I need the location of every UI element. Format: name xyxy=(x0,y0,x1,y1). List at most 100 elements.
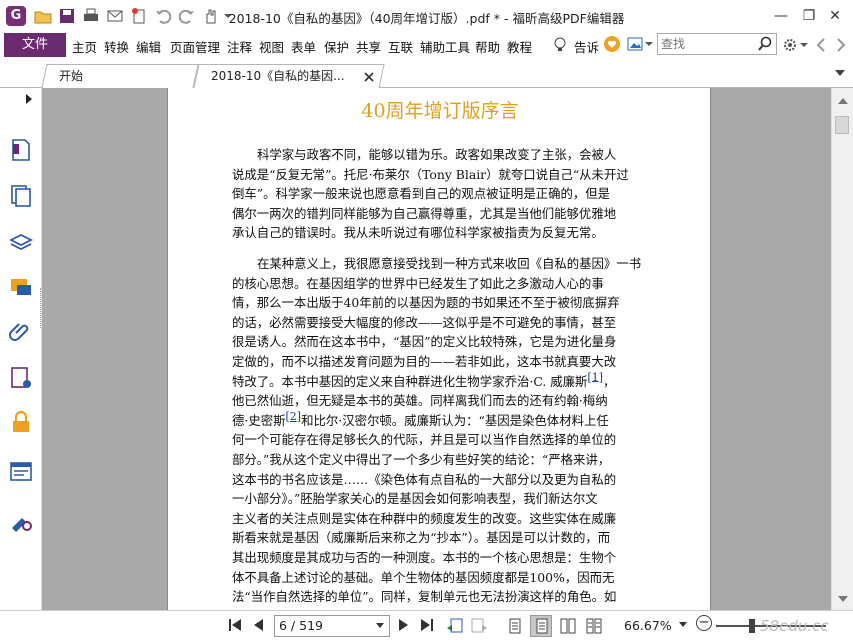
text-segment: ， xyxy=(603,373,616,389)
search-icon[interactable] xyxy=(757,36,773,52)
scroll-up-arrow-icon[interactable] xyxy=(837,96,849,106)
facing-pages-icon[interactable] xyxy=(560,618,576,634)
expand-panel-icon[interactable] xyxy=(25,94,33,104)
text-line: 情，那么一本出版于40年前的以基因为题的书如果还不至于被彻底摒弃 xyxy=(232,295,620,311)
menu-view[interactable]: 视图 xyxy=(259,37,284,56)
menu-comment[interactable]: 注释 xyxy=(227,37,252,56)
continuous-page-icon xyxy=(536,618,548,634)
menu-accessibility[interactable]: 辅助工具 xyxy=(420,37,470,56)
first-page-icon[interactable] xyxy=(228,618,242,632)
text-line: 部分。”我从这个定义中得出了一个多少有些好笑的结论：“严格来讲， xyxy=(232,451,611,467)
left-sidebar xyxy=(0,88,43,610)
chevron-down-icon[interactable] xyxy=(375,622,385,630)
menu-home[interactable]: 主页 xyxy=(72,37,97,56)
comments-icon[interactable] xyxy=(9,276,33,300)
restore-button[interactable]: ❐ xyxy=(796,4,822,28)
previous-page-icon[interactable] xyxy=(252,618,264,632)
menu-share[interactable]: 共享 xyxy=(356,37,381,56)
menu-connect[interactable]: 互联 xyxy=(388,37,413,56)
tab-label: 开始 xyxy=(59,69,84,83)
tab-bar: 开始 2018-10《自私的基因... xyxy=(0,58,853,88)
chevron-left-icon[interactable] xyxy=(816,38,826,52)
tab-label: 2018-10《自私的基因... xyxy=(211,69,345,83)
text-line: 承认自己的错误时。我从未听说过有哪位科学家被指责为反复无常。 xyxy=(232,225,604,241)
gear-icon[interactable] xyxy=(782,37,798,53)
menu-help[interactable]: 帮助 xyxy=(475,37,500,56)
text-line: 倒车”。科学家一般来说也愿意看到自己的观点被证明是正确的，但是 xyxy=(232,186,611,202)
tell-me-label[interactable]: 告诉 xyxy=(574,37,599,56)
chevron-down-icon[interactable] xyxy=(644,38,654,50)
tab-document[interactable]: 2018-10《自私的基因... xyxy=(193,64,385,88)
continuous-view-button[interactable] xyxy=(530,615,552,637)
paragraph-2: 在某种意义上，我很愿意接受找到一种方式来收回《自私的基因》一书 的核心思想。在基… xyxy=(232,254,652,607)
footnote-link-1[interactable]: [1] xyxy=(587,370,603,383)
page-number-field[interactable]: 6 / 519 xyxy=(274,615,390,637)
zoom-out-button[interactable]: − xyxy=(696,615,712,631)
menu-form[interactable]: 表单 xyxy=(291,37,316,56)
text-line: 体不具备上述讨论的基础。单个生物体的基因频度都是100%，因而无 xyxy=(232,569,615,585)
text-line: 的核心思想。在基因组学的世界中已经发生了如此之多激动人心的事 xyxy=(232,275,604,291)
tab-list-chevron-icon[interactable] xyxy=(834,68,846,78)
attachment-icon[interactable] xyxy=(9,320,33,344)
tab-start[interactable]: 开始 xyxy=(41,64,199,88)
title-bar: G 2018-10《自私的基因》（40周年增订版）.pdf * - 福昕高级PD… xyxy=(0,0,853,32)
zoom-percentage[interactable]: 66.67% xyxy=(624,618,672,633)
menu-convert[interactable]: 转换 xyxy=(104,37,129,56)
paragraph-1: 科学家与政客不同，能够以错为乐。政客如果改变了主张，会被人 说成是“反复无常”。… xyxy=(232,145,652,243)
menu-tutorial[interactable]: 教程 xyxy=(507,37,532,56)
next-page-icon[interactable] xyxy=(398,618,410,632)
window-title: 2018-10《自私的基因》（40周年增订版）.pdf * - 福昕高级PDF编… xyxy=(228,11,625,26)
layers-icon[interactable] xyxy=(9,230,33,254)
search-input[interactable] xyxy=(658,34,754,54)
close-tab-icon[interactable] xyxy=(364,72,374,82)
pages-icon[interactable] xyxy=(9,184,33,208)
pdf-page[interactable]: 40周年增订版序言 科学家与政客不同，能够以错为乐。政客如果改变了主张，会被人 … xyxy=(167,88,711,610)
status-bar: 6 / 519 66.67% − 58edu.cc xyxy=(0,610,853,640)
menu-bar: 文件 主页 转换 编辑 页面管理 注释 视图 表单 保护 共享 互联 辅助工具 … xyxy=(0,32,853,58)
previous-view-icon[interactable] xyxy=(446,618,464,634)
text-line: 斯看来就是基因（威廉斯后来称之为“抄本”）。基因是可以计数的，而 xyxy=(232,530,611,546)
footnote-link-2[interactable]: [2] xyxy=(286,410,302,423)
text-line: 何一个可能存在得足够长久的代际，并且是可以当作自然选择的单位的 xyxy=(232,432,617,448)
next-view-icon[interactable] xyxy=(470,618,488,634)
single-page-view-icon[interactable] xyxy=(508,618,522,634)
lightbulb-icon xyxy=(554,37,566,51)
page-number-value: 6 / 519 xyxy=(279,618,323,633)
accessibility-check-icon[interactable] xyxy=(9,508,33,532)
chevron-down-icon[interactable] xyxy=(800,40,808,50)
text-segment: 德·史密斯 xyxy=(232,412,286,428)
signature-icon[interactable] xyxy=(9,366,33,390)
minimize-button[interactable]: — xyxy=(768,4,794,28)
vertical-scrollbar[interactable] xyxy=(831,88,853,610)
continuous-facing-icon[interactable] xyxy=(586,618,602,634)
text-line: 在某种意义上，我很愿意接受找到一种方式来收回《自私的基因》一书 xyxy=(257,256,642,271)
screenshot-icon[interactable] xyxy=(627,36,643,52)
zoom-slider-handle[interactable] xyxy=(749,619,756,633)
menu-edit[interactable]: 编辑 xyxy=(136,37,161,56)
menu-protect[interactable]: 保护 xyxy=(324,37,349,56)
menu-page-management[interactable]: 页面管理 xyxy=(170,37,220,56)
page-thumbnail-icon[interactable] xyxy=(9,138,33,162)
watermark-text: 58edu.cc xyxy=(760,617,829,635)
zoom-dropdown-icon[interactable] xyxy=(678,620,688,630)
text-line: 科学家与政客不同，能够以错为乐。政客如果改变了主张，会被人 xyxy=(257,147,617,162)
lock-icon[interactable] xyxy=(9,410,33,434)
text-line: 其出现频度是其成功与否的一种测度。本书的一个核心思想是：生物个 xyxy=(232,549,617,565)
text-segment: 特改了。本书中基因的定义来自种群进化生物学家乔治·C. 威廉斯 xyxy=(232,373,588,389)
scrollbar-thumb[interactable] xyxy=(835,116,849,134)
last-page-icon[interactable] xyxy=(420,618,434,632)
heart-icon[interactable] xyxy=(604,36,620,52)
text-line: 特改了。本书中基因的定义来自种群进化生物学家乔治·C. 威廉斯[1]， xyxy=(232,370,652,392)
text-segment: 和比尔·汉密尔顿。威廉斯认为：“基因是染色体材料上任 xyxy=(301,412,609,428)
text-line: 的话，必然需要接受大幅度的修改——这似乎是不可避免的事情，甚至 xyxy=(232,314,617,330)
file-menu-button[interactable]: 文件 xyxy=(4,33,66,57)
text-line: 很是诱人。然而在这本书中，“基因”的定义比较特殊，它是为进化量身 xyxy=(232,334,617,350)
chevron-right-icon[interactable] xyxy=(836,38,846,52)
close-button[interactable]: ✕ xyxy=(822,4,848,28)
text-line: 他已然仙逝，但无疑是本书的英雄。同样离我们而去的还有约翰·梅纳 xyxy=(232,393,608,409)
text-line: 说成是“反复无常”。托尼·布莱尔（Tony Blair）就夸口说自己“从未开过 xyxy=(232,166,629,182)
scroll-down-arrow-icon[interactable] xyxy=(837,594,849,604)
text-line: 定做的，而不以描述发育问题为目的——若非如此，这本书就真要大改 xyxy=(232,353,617,369)
search-box[interactable] xyxy=(657,33,777,55)
form-fields-icon[interactable] xyxy=(9,460,33,484)
